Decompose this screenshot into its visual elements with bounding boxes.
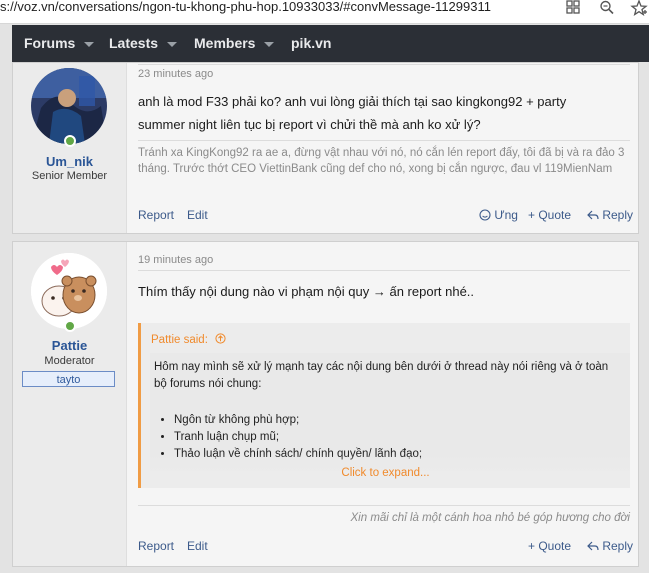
- user-banner: tayto: [22, 371, 115, 387]
- edit-link[interactable]: Edit: [187, 208, 208, 222]
- message-content: 19 minutes ago Thím thấy nội dung nào vi…: [138, 242, 633, 568]
- message-body: Thím thấy nội dung nào vi phạm nội quy →…: [138, 284, 475, 299]
- quote-block: Pattie said: Hôm nay mình sẽ xử lý mạnh …: [138, 323, 630, 488]
- message-content: 23 minutes ago anh là mod F33 phải ko? a…: [138, 63, 633, 235]
- message-post: Um_nik Senior Member 23 minutes ago anh …: [12, 62, 639, 234]
- grid-icon[interactable]: [564, 0, 582, 18]
- bookmark-star-icon[interactable]: [630, 0, 648, 18]
- reply-icon: [587, 541, 599, 551]
- post-time[interactable]: 23 minutes ago: [138, 68, 213, 80]
- divider: [138, 270, 630, 271]
- chevron-down-icon[interactable]: [264, 41, 275, 47]
- arrow-up-icon[interactable]: [215, 333, 226, 344]
- quote-intro: Hôm nay mình sẽ xử lý mạnh tay các nội d…: [154, 361, 609, 390]
- report-link[interactable]: Report: [138, 208, 174, 222]
- quote-author[interactable]: Pattie said:: [151, 333, 226, 346]
- nav-members[interactable]: Members: [194, 25, 275, 62]
- avatar[interactable]: [31, 68, 107, 144]
- message-body: anh là mod F33 phải ko? anh vui lòng giả…: [138, 94, 567, 132]
- browser-address-bar[interactable]: s://voz.vn/conversations/ngon-tu-khong-p…: [0, 0, 649, 24]
- online-status-icon: [64, 320, 76, 332]
- chevron-down-icon[interactable]: [84, 41, 95, 47]
- message-user-panel: Um_nik Senior Member: [13, 63, 127, 233]
- forum-navbar: Forums Latests Members pik.vn: [12, 25, 649, 62]
- edit-link[interactable]: Edit: [187, 539, 208, 553]
- report-link[interactable]: Report: [138, 539, 174, 553]
- reply-icon: [587, 210, 599, 220]
- user-title: Moderator: [44, 355, 95, 367]
- click-to-expand[interactable]: Click to expand...: [141, 467, 630, 479]
- nav-latests[interactable]: Latests: [109, 25, 178, 62]
- react-ung-label: Ưng: [494, 208, 518, 222]
- online-status-icon: [64, 135, 76, 147]
- divider: [138, 505, 630, 506]
- quote-link[interactable]: + Quote: [528, 208, 571, 222]
- reply-label: Reply: [602, 539, 634, 553]
- signature: Tránh xa KingKong92 ra ae a, đừng vật nh…: [138, 147, 625, 175]
- nav-forums[interactable]: Forums: [24, 25, 95, 62]
- quote-link[interactable]: + Quote: [528, 539, 571, 553]
- zoom-icon[interactable]: [598, 0, 616, 18]
- react-ung-button[interactable]: Ưng: [479, 208, 518, 222]
- smile-icon: [479, 209, 491, 221]
- list-item: Tranh luận chụp mũ;: [174, 429, 622, 446]
- chevron-down-icon[interactable]: [167, 41, 178, 47]
- reply-button[interactable]: Reply: [587, 208, 633, 222]
- nav-pik[interactable]: pik.vn: [291, 25, 331, 62]
- url-text[interactable]: s://voz.vn/conversations/ngon-tu-khong-p…: [0, 0, 491, 14]
- signature: Xin mãi chỉ là một cánh hoa nhỏ bé góp h…: [350, 512, 630, 524]
- post-actions: Report Edit + Quote Reply: [138, 539, 633, 555]
- divider: [138, 64, 630, 65]
- reply-label: Reply: [602, 208, 634, 222]
- reply-button[interactable]: Reply: [587, 539, 633, 553]
- post-time[interactable]: 19 minutes ago: [138, 254, 213, 266]
- post-actions: Report Edit Ưng + Quote Reply: [138, 208, 633, 224]
- list-item: Ngôn từ không phù hợp;: [174, 412, 622, 429]
- divider: [138, 140, 630, 141]
- username[interactable]: Pattie: [13, 338, 126, 353]
- user-title: Senior Member: [31, 170, 108, 182]
- message-post: Pattie Moderator tayto 19 minutes ago Th…: [12, 241, 639, 567]
- username[interactable]: Um_nik: [13, 154, 126, 169]
- message-user-panel: Pattie Moderator tayto: [13, 242, 127, 566]
- avatar[interactable]: [31, 253, 107, 329]
